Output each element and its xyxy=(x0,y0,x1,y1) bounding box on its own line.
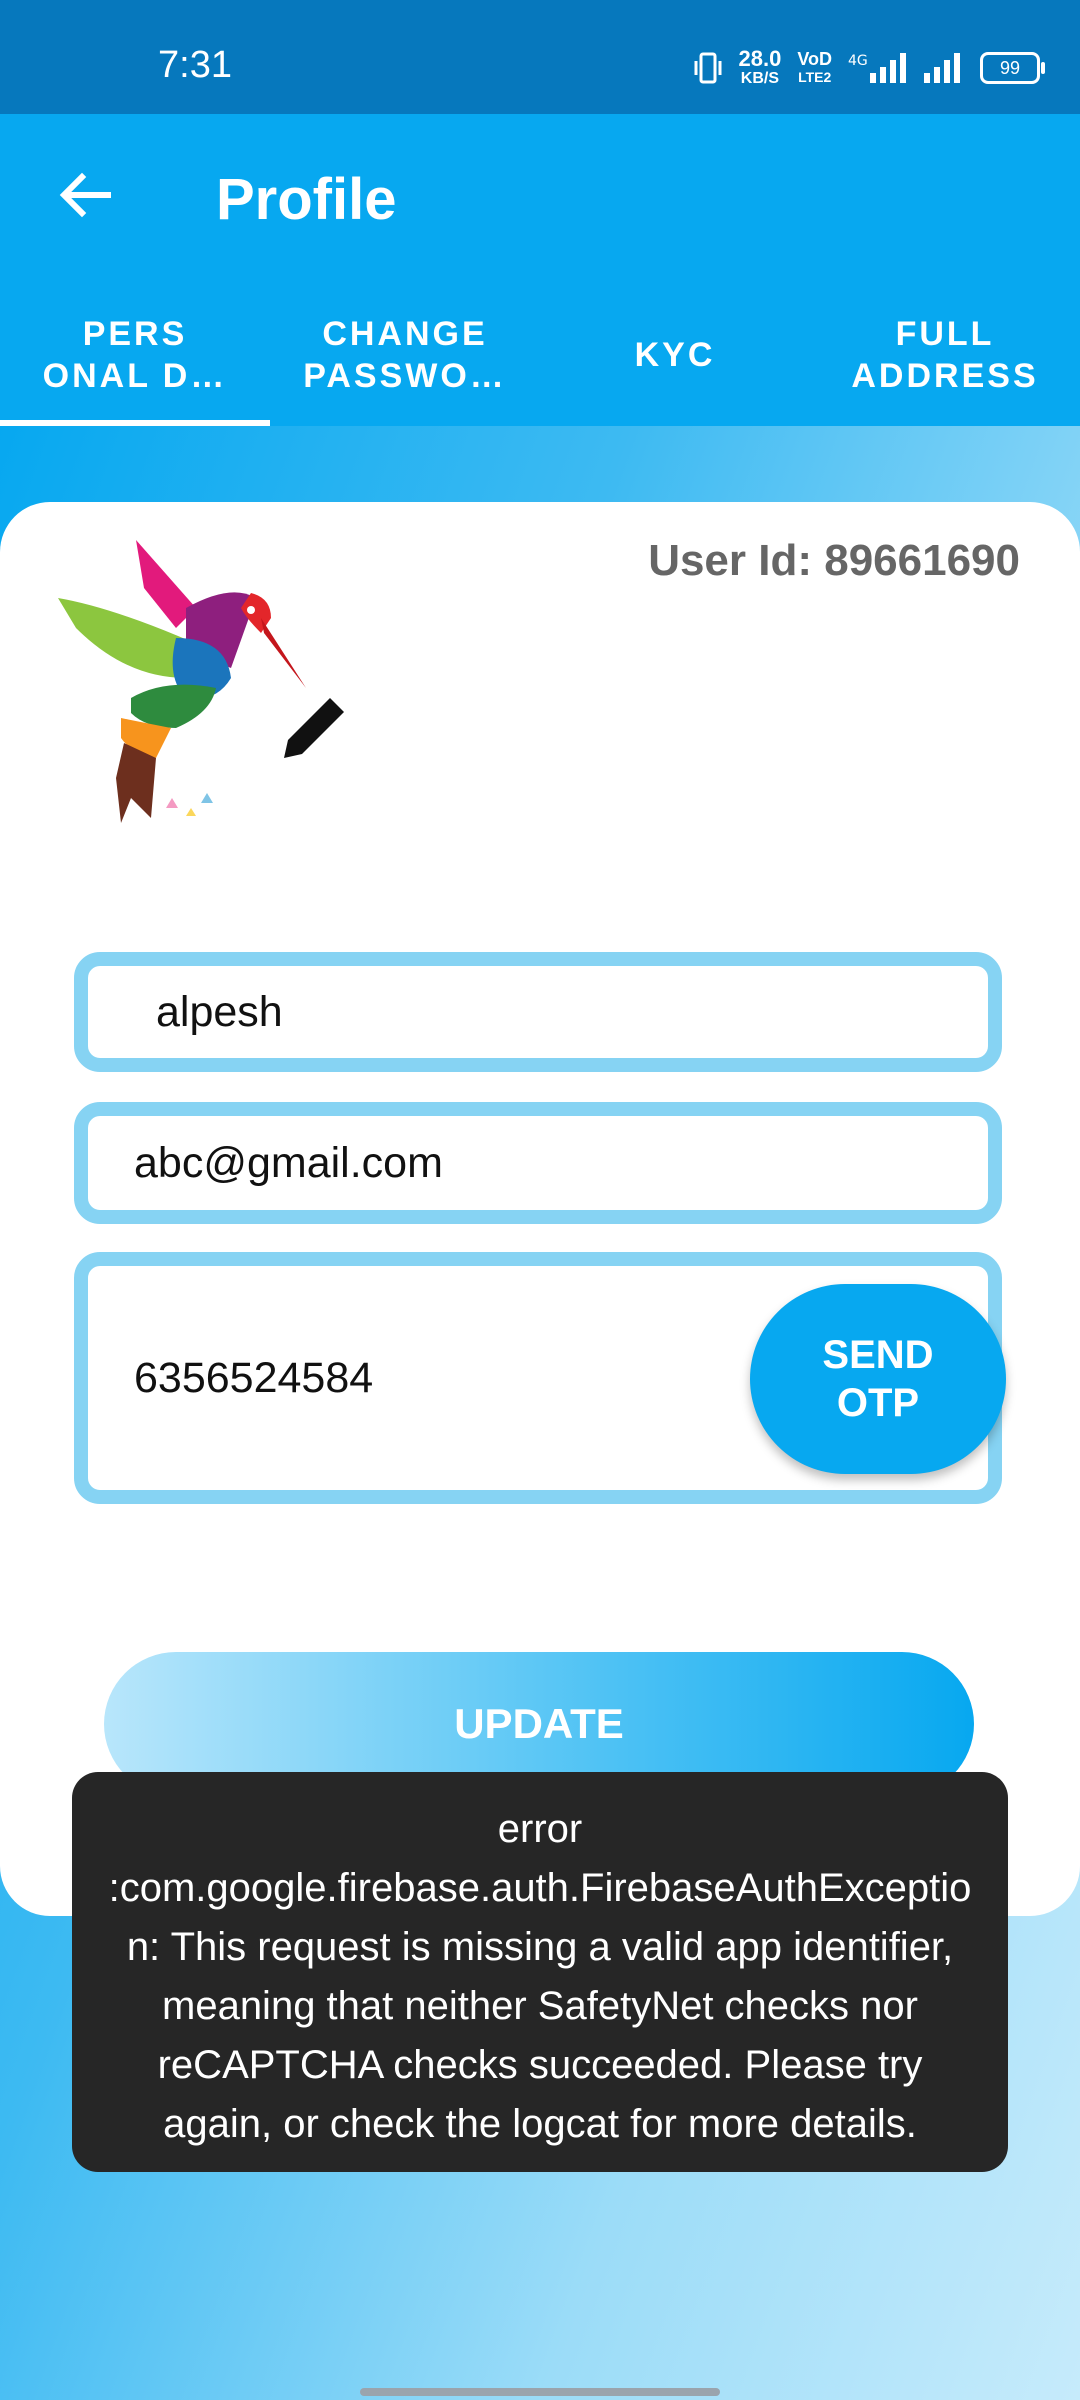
arrow-left-icon[interactable] xyxy=(58,168,112,222)
tab-personal-details[interactable]: PERS ONAL D… xyxy=(0,284,270,426)
status-bar: 7:31 28.0 KB/S VoD LTE2 4G 99 xyxy=(0,0,1080,114)
tab-bar: PERS ONAL D… CHANGE PASSWO… KYC FULL ADD… xyxy=(0,284,1080,426)
phone-value: 6356524584 xyxy=(134,1353,374,1402)
send-otp-label: SEND OTP xyxy=(822,1333,934,1425)
user-id-label: User Id: 89661690 xyxy=(648,536,1020,585)
status-time: 7:31 xyxy=(158,44,232,86)
tab-full-address[interactable]: FULL ADDRESS xyxy=(810,284,1080,426)
name-field[interactable]: alpesh xyxy=(74,952,1002,1072)
tab-label: PERS ONAL D… xyxy=(42,315,228,395)
pencil-icon[interactable] xyxy=(278,690,352,764)
volte-indicator: VoD LTE2 xyxy=(797,50,832,86)
signal-icon xyxy=(924,53,960,83)
tab-change-password[interactable]: CHANGE PASSWO… xyxy=(270,284,540,426)
name-value: alpesh xyxy=(156,987,283,1036)
toast-message: error :com.google.firebase.auth.Firebase… xyxy=(108,1807,972,2146)
status-icons: 28.0 KB/S VoD LTE2 4G 99 xyxy=(693,46,1045,90)
send-otp-button[interactable]: SEND OTP xyxy=(750,1284,1006,1474)
app-bar: Profile xyxy=(0,114,1080,284)
speed-value: 28.0 xyxy=(738,46,782,71)
error-toast: error :com.google.firebase.auth.Firebase… xyxy=(72,1772,1008,2172)
signal-4g-icon: 4G xyxy=(848,53,906,83)
hummingbird-logo-icon xyxy=(58,540,306,823)
svg-text:4G: 4G xyxy=(848,53,868,69)
speed-unit: KB/S xyxy=(740,70,780,87)
email-value: abc@gmail.com xyxy=(134,1138,443,1187)
volte-bottom: LTE2 xyxy=(798,69,832,85)
volte-top: VoD xyxy=(797,49,832,69)
tab-label: CHANGE PASSWO… xyxy=(303,315,507,395)
page-title: Profile xyxy=(216,167,397,232)
battery-icon: 99 xyxy=(980,52,1045,84)
update-label: UPDATE xyxy=(454,1700,624,1747)
tab-label: KYC xyxy=(634,336,716,374)
network-speed: 28.0 KB/S xyxy=(739,48,782,88)
battery-level: 99 xyxy=(999,58,1021,78)
vibrate-icon xyxy=(694,52,721,84)
home-indicator[interactable] xyxy=(360,2388,720,2396)
email-field[interactable]: abc@gmail.com xyxy=(74,1102,1002,1224)
tab-label: FULL ADDRESS xyxy=(851,315,1039,395)
tab-kyc[interactable]: KYC xyxy=(540,284,810,426)
